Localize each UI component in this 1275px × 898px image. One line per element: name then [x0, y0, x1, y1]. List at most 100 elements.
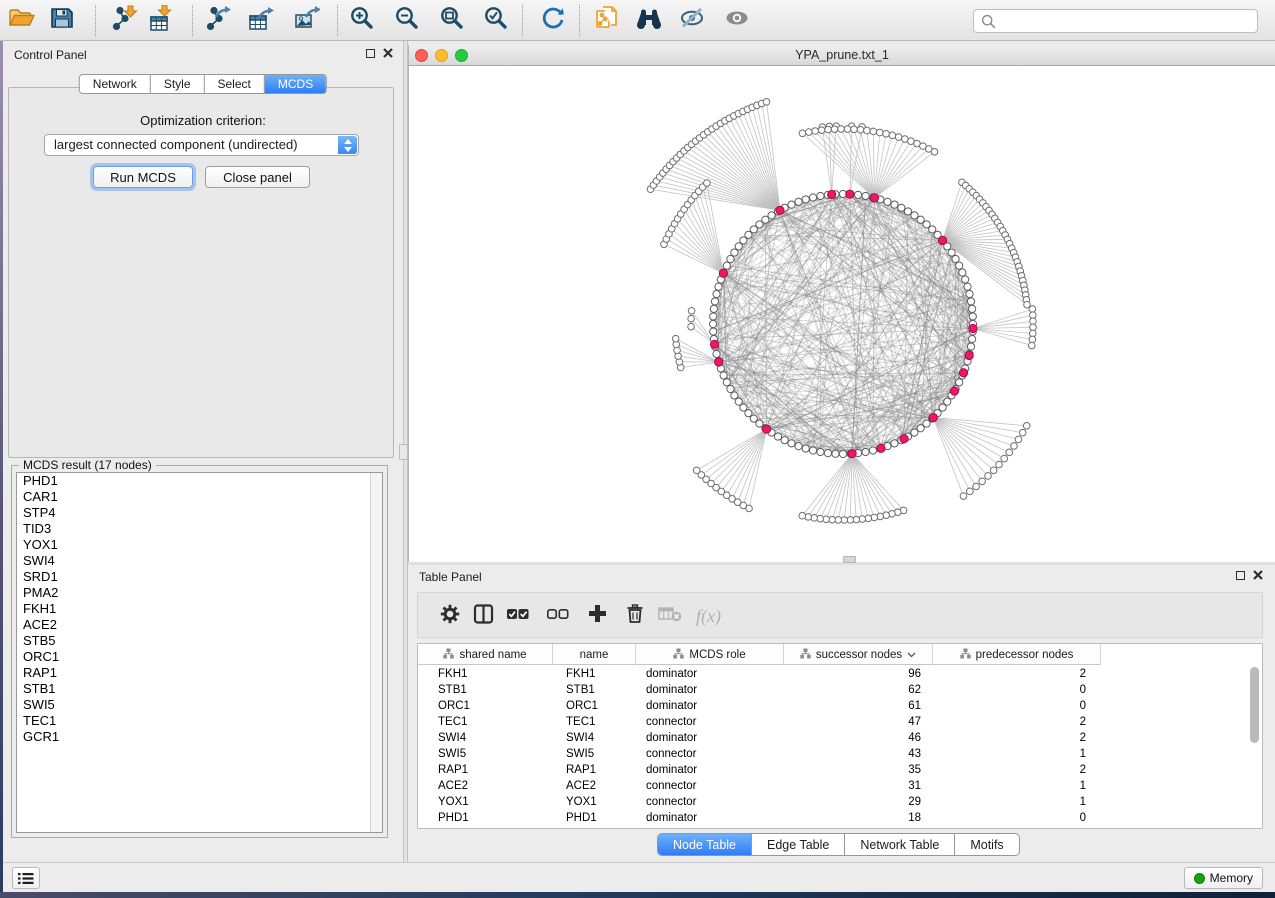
table-row[interactable]: STB1STB1dominator620 [418, 682, 1262, 698]
float-panel-icon[interactable] [366, 49, 375, 58]
open-session-button[interactable] [7, 5, 37, 35]
mcds-node-item[interactable]: STP4 [17, 505, 382, 521]
tab-node-table[interactable]: Node Table [658, 834, 751, 855]
tab-edge-table[interactable]: Edge Table [751, 834, 844, 855]
table-cell[interactable]: 43 [784, 746, 933, 762]
table-cell[interactable]: 2 [933, 714, 1101, 730]
table-cell[interactable]: SWI4 [553, 730, 636, 746]
search-input[interactable] [996, 11, 1257, 31]
table-cell[interactable]: 0 [933, 810, 1101, 826]
add-column-button[interactable] [587, 601, 608, 631]
close-table-panel-icon[interactable] [1253, 570, 1263, 580]
table-row[interactable]: RAP1RAP1dominator352 [418, 762, 1262, 778]
table-row[interactable]: YOX1YOX1connector291 [418, 794, 1262, 810]
table-cell[interactable]: PHD1 [553, 810, 636, 826]
table-cell[interactable]: 96 [784, 666, 933, 682]
zoom-selected-button[interactable] [481, 5, 511, 35]
table-cell[interactable]: 0 [933, 698, 1101, 714]
delete-columns-button[interactable] [625, 601, 645, 631]
memory-button[interactable]: Memory [1184, 867, 1263, 889]
apply-layout-button[interactable] [538, 5, 568, 35]
table-cell[interactable]: dominator [636, 682, 784, 698]
select-all-button[interactable] [507, 601, 529, 631]
show-graphics-details-button[interactable] [722, 5, 752, 35]
close-panel-button[interactable]: Close panel [205, 166, 310, 188]
table-cell[interactable]: ACE2 [418, 778, 553, 794]
table-cell[interactable]: 47 [784, 714, 933, 730]
column-header-successor-nodes[interactable]: successor nodes [784, 644, 933, 665]
zoom-out-button[interactable] [392, 5, 422, 35]
vertical-splitter[interactable] [403, 41, 408, 862]
network-graph[interactable] [409, 66, 1275, 562]
export-table-button[interactable] [246, 5, 276, 35]
close-panel-icon[interactable] [383, 48, 393, 58]
clone-network-button[interactable] [592, 5, 622, 35]
table-row[interactable]: FKH1FKH1dominator962 [418, 666, 1262, 682]
table-row[interactable]: TEC1TEC1connector472 [418, 714, 1262, 730]
table-cell[interactable]: dominator [636, 810, 784, 826]
table-cell[interactable]: 29 [784, 794, 933, 810]
table-cell[interactable]: 35 [784, 762, 933, 778]
column-header-predecessor-nodes[interactable]: predecessor nodes [933, 644, 1101, 665]
table-cell[interactable]: connector [636, 794, 784, 810]
table-cell[interactable]: PHD1 [418, 810, 553, 826]
float-table-panel-icon[interactable] [1236, 571, 1245, 580]
table-scrollbar-thumb[interactable] [1250, 667, 1259, 743]
network-canvas[interactable] [408, 66, 1275, 562]
find-button[interactable] [634, 5, 664, 35]
status-menu-button[interactable] [12, 867, 40, 889]
save-session-button[interactable] [47, 5, 77, 35]
table-cell[interactable]: SWI5 [553, 746, 636, 762]
mcds-list-scrollbar[interactable] [370, 473, 382, 832]
horizontal-splitter-grip[interactable] [843, 556, 856, 563]
tab-motifs[interactable]: Motifs [954, 834, 1018, 855]
mcds-node-item[interactable]: YOX1 [17, 537, 382, 553]
zoom-fit-button[interactable] [437, 5, 467, 35]
table-cell[interactable]: 2 [933, 762, 1101, 778]
deselect-all-button[interactable] [547, 601, 569, 631]
tab-network[interactable]: Network [80, 75, 150, 93]
tab-mcds[interactable]: MCDS [264, 75, 326, 93]
table-cell[interactable]: ACE2 [553, 778, 636, 794]
table-cell[interactable]: RAP1 [418, 762, 553, 778]
export-image-button[interactable] [292, 5, 322, 35]
vertical-splitter-grip[interactable] [399, 444, 408, 460]
mcds-node-item[interactable]: FKH1 [17, 601, 382, 617]
mcds-node-item[interactable]: PHD1 [17, 473, 382, 489]
table-row[interactable]: ORC1ORC1dominator610 [418, 698, 1262, 714]
table-cell[interactable]: SWI5 [418, 746, 553, 762]
table-cell[interactable]: ORC1 [553, 698, 636, 714]
toggle-panel-columns-button[interactable] [473, 601, 494, 631]
mcds-node-item[interactable]: CAR1 [17, 489, 382, 505]
table-cell[interactable]: ORC1 [418, 698, 553, 714]
table-cell[interactable]: 18 [784, 810, 933, 826]
table-cell[interactable]: STB1 [553, 682, 636, 698]
table-cell[interactable]: RAP1 [553, 762, 636, 778]
table-cell[interactable]: dominator [636, 666, 784, 682]
table-cell[interactable]: SWI4 [418, 730, 553, 746]
table-cell[interactable]: 46 [784, 730, 933, 746]
mcds-node-item[interactable]: TEC1 [17, 713, 382, 729]
mcds-node-item[interactable]: STB5 [17, 633, 382, 649]
mcds-result-list[interactable]: PHD1CAR1STP4TID3YOX1SWI4SRD1PMA2FKH1ACE2… [16, 472, 383, 833]
mcds-node-item[interactable]: GCR1 [17, 729, 382, 745]
network-window-titlebar[interactable]: YPA_prune.txt_1 [408, 45, 1275, 66]
mcds-node-item[interactable]: TID3 [17, 521, 382, 537]
table-cell[interactable]: TEC1 [553, 714, 636, 730]
table-cell[interactable]: YOX1 [553, 794, 636, 810]
table-cell[interactable]: TEC1 [418, 714, 553, 730]
table-cell[interactable]: 1 [933, 794, 1101, 810]
mcds-node-item[interactable]: SWI5 [17, 697, 382, 713]
tab-select[interactable]: Select [204, 75, 264, 93]
table-options-button[interactable] [440, 601, 460, 631]
table-row[interactable]: PHD1PHD1dominator180 [418, 810, 1262, 826]
mcds-node-item[interactable]: STB1 [17, 681, 382, 697]
table-cell[interactable]: FKH1 [418, 666, 553, 682]
column-header-shared-name[interactable]: shared name [418, 644, 553, 665]
table-cell[interactable]: 2 [933, 730, 1101, 746]
table-cell[interactable]: connector [636, 778, 784, 794]
mcds-node-item[interactable]: RAP1 [17, 665, 382, 681]
table-cell[interactable]: connector [636, 714, 784, 730]
column-header-MCDS-role[interactable]: MCDS role [636, 644, 784, 665]
table-cell[interactable]: connector [636, 746, 784, 762]
